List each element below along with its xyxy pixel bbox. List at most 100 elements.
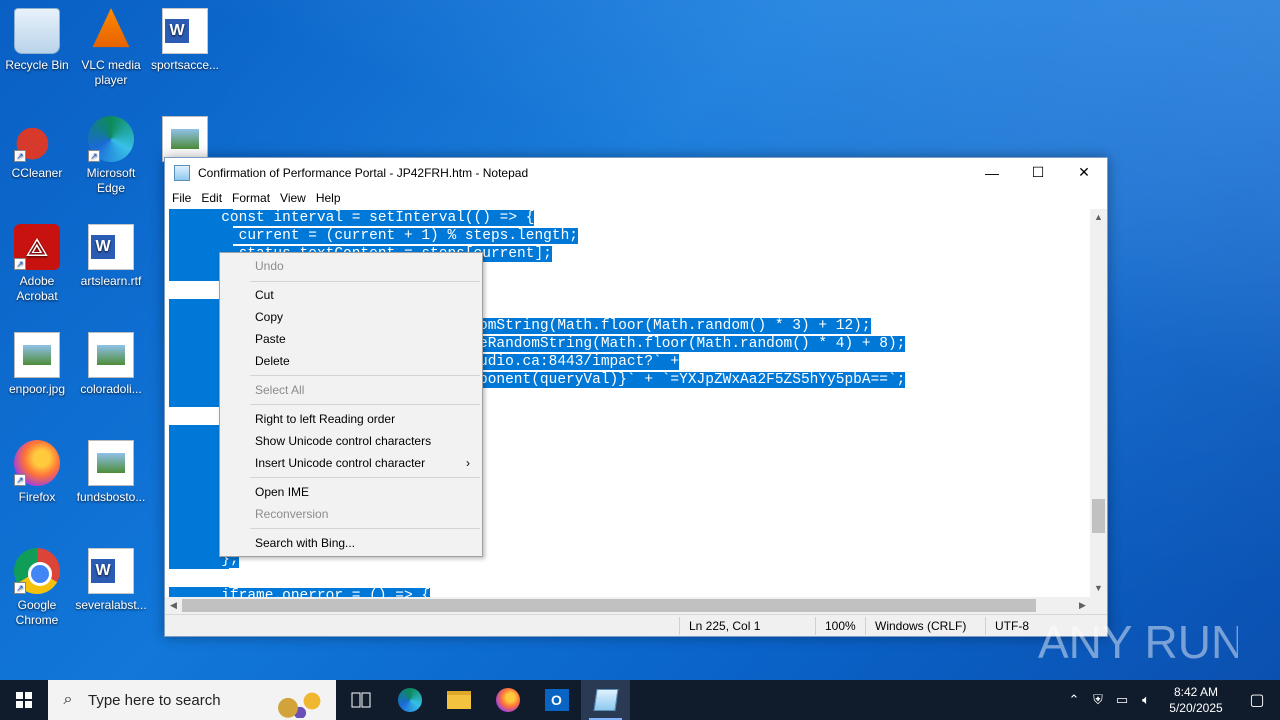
menu-item-reconversion[interactable]: Reconversion xyxy=(222,503,480,525)
edge-icon xyxy=(397,688,422,712)
menu-item-rtl-reading-order[interactable]: Right to left Reading order xyxy=(222,408,480,430)
menu-format[interactable]: Format xyxy=(227,191,275,205)
code-line: omString(Math.floor(Math.random() * 3) +… xyxy=(479,318,871,334)
menu-item-delete[interactable]: Delete xyxy=(222,350,480,372)
code-line: ponent(queryVal)}` + `=YXJpZWxAa2F5ZS5hY… xyxy=(479,372,906,388)
desktop-icon-vlc[interactable]: VLC media player xyxy=(74,8,148,88)
desktop-icon-firefox[interactable]: ↗ Firefox xyxy=(0,440,74,505)
submenu-arrow-icon: › xyxy=(466,456,470,470)
anyrun-logo-icon: ANY RUN xyxy=(1038,616,1238,668)
desktop-icon-google-chrome[interactable]: ↗ Google Chrome xyxy=(0,548,74,628)
menu-item-cut[interactable]: Cut xyxy=(222,284,480,306)
menu-separator xyxy=(250,528,480,529)
menu-edit[interactable]: Edit xyxy=(196,191,227,205)
desktop-icon-ccleaner[interactable]: ↗ CCleaner xyxy=(0,116,74,181)
search-highlight-illustration xyxy=(270,684,330,718)
menu-item-search-with-bing[interactable]: Search with Bing... xyxy=(222,532,480,554)
image-file-icon xyxy=(162,116,208,162)
window-title: Confirmation of Performance Portal - JP4… xyxy=(198,165,529,180)
clock[interactable]: 8:42 AM 5/20/2025 xyxy=(1158,684,1234,716)
menu-item-insert-unicode-control[interactable]: Insert Unicode control character › xyxy=(222,452,480,474)
taskbar-notepad[interactable] xyxy=(581,680,630,720)
menu-item-copy[interactable]: Copy xyxy=(222,306,480,328)
menu-item-label: Insert Unicode control character xyxy=(255,456,426,470)
horizontal-scroll-thumb[interactable] xyxy=(182,599,1036,612)
line-ending: Windows (CRLF) xyxy=(875,619,967,633)
desktop-icon-label: Adobe Acrobat xyxy=(16,274,58,303)
desktop-icon-label: sportsacce... xyxy=(150,58,220,72)
desktop-icon-enpoor[interactable]: enpoor.jpg xyxy=(0,332,74,397)
menu-separator xyxy=(250,404,480,405)
volume-icon[interactable]: 🔈︎ xyxy=(1134,692,1158,708)
menu-help[interactable]: Help xyxy=(311,191,346,205)
taskbar-outlook[interactable]: O xyxy=(532,680,581,720)
menu-item-select-all[interactable]: Select All xyxy=(222,379,480,401)
menu-item-undo[interactable]: Undo xyxy=(222,255,480,277)
desktop-icon-coloradoli[interactable]: coloradoli... xyxy=(74,332,148,397)
watermark-text: ANY RUN xyxy=(1038,616,1238,668)
desktop-icon-recycle-bin[interactable]: Recycle Bin xyxy=(0,8,74,73)
desktop-icon-severalabst[interactable]: severalabst... xyxy=(74,548,148,613)
task-view-button[interactable] xyxy=(336,680,385,720)
network-icon[interactable]: ▭ xyxy=(1110,692,1134,708)
menu-file[interactable]: File xyxy=(167,191,196,205)
desktop-icon-fundsbosto[interactable]: fundsbosto... xyxy=(74,440,148,505)
task-view-icon xyxy=(351,692,370,708)
folder-icon xyxy=(446,691,471,709)
ccleaner-icon: ↗ xyxy=(14,116,60,162)
title-bar[interactable]: Confirmation of Performance Portal - JP4… xyxy=(165,158,1107,187)
desktop-icon-label: Google Chrome xyxy=(15,598,59,627)
maximize-button[interactable]: ☐ xyxy=(1015,158,1061,187)
close-button[interactable]: ✕ xyxy=(1061,158,1107,187)
image-file-icon xyxy=(14,332,60,378)
taskbar-file-explorer[interactable] xyxy=(434,680,483,720)
google-chrome-icon: ↗ xyxy=(14,548,60,594)
minimize-button[interactable]: — xyxy=(969,158,1015,187)
show-hidden-icons-icon[interactable]: ⌃ xyxy=(1062,692,1086,708)
notepad-icon xyxy=(592,689,619,711)
shortcut-arrow-icon: ↗ xyxy=(14,474,26,486)
security-icon[interactable]: ⛨ xyxy=(1086,692,1110,708)
context-menu: Undo Cut Copy Paste Delete Select All Ri… xyxy=(219,252,483,557)
scroll-up-icon[interactable]: ▲ xyxy=(1090,209,1107,226)
desktop-icon-artslearn[interactable]: artslearn.rtf xyxy=(74,224,148,289)
desktop-icon-microsoft-edge[interactable]: ↗ Microsoft Edge xyxy=(74,116,148,196)
start-button[interactable] xyxy=(0,680,48,720)
notification-icon[interactable]: ▢ xyxy=(1234,690,1280,710)
menu-item-open-ime[interactable]: Open IME xyxy=(222,481,480,503)
desktop-icon-label: Recycle Bin xyxy=(5,58,69,72)
clock-time: 8:42 AM xyxy=(1173,685,1219,699)
menu-item-show-unicode-control[interactable]: Show Unicode control characters xyxy=(222,430,480,452)
horizontal-scrollbar[interactable]: ◀ ▶ xyxy=(165,597,1091,614)
windows-logo-icon xyxy=(16,692,32,708)
code-line: const interval = setInterval(() => { xyxy=(169,210,535,226)
clock-date: 5/20/2025 xyxy=(1169,701,1223,715)
desktop-icon-label: Firefox xyxy=(18,490,56,504)
desktop-icon-adobe-acrobat[interactable]: ↗ Adobe Acrobat xyxy=(0,224,74,304)
vertical-scrollbar[interactable]: ▲ ▼ xyxy=(1090,209,1107,597)
shortcut-arrow-icon: ↗ xyxy=(14,582,26,594)
taskbar-firefox[interactable] xyxy=(483,680,532,720)
menu-item-paste[interactable]: Paste xyxy=(222,328,480,350)
taskbar-edge[interactable] xyxy=(385,680,434,720)
word-document-icon xyxy=(88,224,134,270)
status-bar: Ln 225, Col 1 100% Windows (CRLF) UTF-8 xyxy=(165,614,1107,636)
encoding: UTF-8 xyxy=(995,619,1029,633)
code-line: iframe.onerror = () => { xyxy=(169,588,431,597)
taskbar-search-box[interactable]: ⌕ Type here to search xyxy=(48,680,336,720)
desktop-icon-label: CCleaner xyxy=(11,166,63,180)
scroll-down-icon[interactable]: ▼ xyxy=(1090,580,1107,597)
desktop-icon-label: fundsbosto... xyxy=(76,490,146,504)
menu-bar: File Edit Format View Help xyxy=(165,187,1107,209)
edge-icon: ↗ xyxy=(88,116,134,162)
desktop-icon-label: Microsoft Edge xyxy=(86,166,136,195)
shortcut-arrow-icon: ↗ xyxy=(88,150,100,162)
code-line: udio.ca:8443/impact?` + xyxy=(479,354,680,370)
shortcut-arrow-icon: ↗ xyxy=(14,150,26,162)
vertical-scroll-thumb[interactable] xyxy=(1092,499,1105,533)
menu-view[interactable]: View xyxy=(275,191,311,205)
desktop-icon-sportsacce[interactable]: sportsacce... xyxy=(148,8,222,73)
scroll-left-icon[interactable]: ◀ xyxy=(165,597,182,614)
code-line: current = (current + 1) % steps.length; xyxy=(169,228,578,244)
search-icon: ⌕ xyxy=(63,691,73,708)
